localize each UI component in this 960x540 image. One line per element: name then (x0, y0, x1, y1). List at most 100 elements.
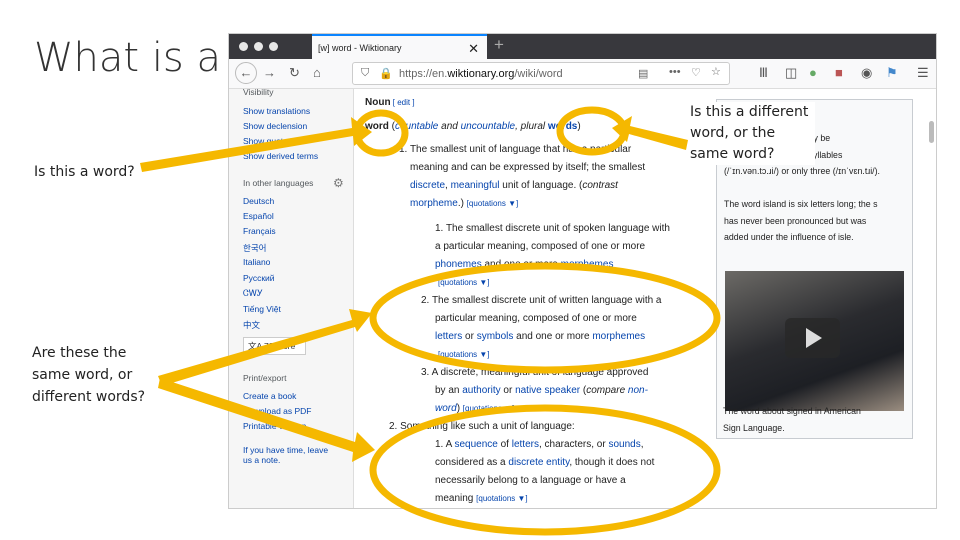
reader-view-icon[interactable]: ▤ (638, 67, 648, 80)
text-segment: 1. The smallest discrete unit of spoken … (435, 223, 670, 234)
usage-note-line: The word island is six letters long; the… (724, 199, 878, 209)
wiki-link[interactable]: sounds (608, 439, 640, 450)
url-bar[interactable]: ⛉ 🔒 https://en.wiktionary.org/wiki/word … (352, 62, 730, 85)
text-segment: necessarily belong to a language or have… (435, 475, 626, 486)
feedback-link[interactable]: us a note. (243, 455, 280, 465)
print-link[interactable]: Create a book (243, 391, 296, 401)
text-segment: 2. Something like such a unit of languag… (389, 421, 575, 432)
language-link[interactable]: Deutsch (243, 196, 274, 206)
text-segment: 2. The smallest discrete unit of written… (421, 295, 662, 306)
wiki-link[interactable]: letters (512, 439, 539, 450)
window-close-dot[interactable] (239, 42, 248, 51)
forward-icon[interactable]: → (263, 65, 276, 80)
wiki-link[interactable]: native speaker (515, 385, 580, 396)
scrollbar[interactable] (929, 121, 934, 143)
new-tab-icon[interactable]: + (494, 35, 504, 55)
wiki-link[interactable]: phonemes (435, 259, 482, 270)
wiki-link[interactable]: countable (395, 121, 438, 132)
play-icon[interactable] (785, 318, 840, 358)
asl-video[interactable] (725, 271, 904, 411)
text-segment: meaning and can be expressed by itself; … (410, 162, 646, 173)
wiki-link[interactable]: non- (628, 385, 648, 396)
url-domain: wiktionary.org (447, 68, 515, 80)
wiki-link[interactable]: words (548, 121, 577, 132)
wiki-link[interactable]: letters (435, 331, 462, 342)
gear-icon[interactable]: ⚙ (333, 176, 344, 190)
translate-icon[interactable]: ⚑ (886, 65, 898, 81)
wiki-link[interactable]: authority (462, 385, 500, 396)
account-icon[interactable]: ◉ (861, 65, 872, 81)
language-link[interactable]: 한국어 (243, 242, 266, 254)
language-link[interactable]: Français (243, 226, 276, 236)
text-segment: word (365, 121, 389, 132)
definition-line: [quotations ▼] (438, 349, 490, 361)
wiki-link[interactable]: [ edit ] (391, 98, 415, 107)
sidebar-link[interactable]: Show translations (243, 106, 310, 116)
back-icon[interactable]: ← (235, 62, 257, 84)
text-segment: by an (435, 385, 463, 396)
bookmark-star-icon[interactable]: ☆ (711, 65, 721, 78)
reload-icon[interactable]: ↻ (289, 65, 300, 81)
wiki-link[interactable]: meaningful (451, 180, 500, 191)
sidebar-link[interactable]: Show quotations (243, 136, 306, 146)
more-actions-icon[interactable]: ••• (669, 66, 681, 78)
video-caption: The word about signed in American (723, 406, 861, 416)
sidebar-icon[interactable]: ◫ (785, 65, 797, 81)
close-tab-icon[interactable]: ✕ (468, 41, 479, 57)
wiki-link[interactable]: discrete (410, 180, 445, 191)
window-maximize-dot[interactable] (269, 42, 278, 51)
text-segment: 3. A discrete, meaningful unit of langua… (421, 367, 649, 378)
language-link[interactable]: ᏣᎳᎩ (243, 288, 263, 299)
usage-note-line: (/ˈɪn.vən.tɔ.ɹi/) or only three (/ɪnˈvɛn… (724, 166, 880, 176)
question-plural: Is this a different word, or the same wo… (690, 102, 815, 165)
menu-icon[interactable]: ☰ (917, 65, 929, 81)
pocket-icon[interactable]: ♡ (691, 66, 701, 79)
usage-note-line: added under the influence of isle. (724, 232, 854, 242)
sidebar-link[interactable]: Show declension (243, 121, 307, 131)
home-icon[interactable]: ⌂ (313, 65, 321, 80)
text-segment: contrast (582, 180, 618, 191)
definition-line: morpheme.) [quotations ▼] (410, 198, 518, 210)
wiki-link[interactable]: [quotations ▼] (467, 199, 519, 208)
definition-line: particular meaning, composed of one or m… (435, 313, 637, 325)
wiki-link[interactable]: uncountable (461, 121, 516, 132)
definition-line: necessarily belong to a language or have… (435, 475, 626, 487)
pdf-icon[interactable]: ■ (835, 65, 843, 80)
text-segment: 1. A (435, 439, 455, 450)
title-bar: [w] word - Wiktionary ✕ + (229, 34, 936, 59)
wiki-link[interactable]: [quotations ▼] (476, 494, 528, 503)
definition-line: 1. The smallest discrete unit of spoken … (435, 223, 670, 235)
definition-line: phonemes and one or more morphemes (435, 259, 613, 271)
wiki-link[interactable]: sequence (454, 439, 497, 450)
window-minimize-dot[interactable] (254, 42, 263, 51)
language-link[interactable]: 中文 (243, 319, 260, 331)
tab-wiktionary[interactable]: [w] word - Wiktionary ✕ (312, 34, 487, 59)
print-link[interactable]: Printable version (243, 421, 306, 431)
wiki-link[interactable]: morpheme (410, 198, 458, 209)
wiki-link[interactable]: symbols (477, 331, 514, 342)
definition-line: meaning and can be expressed by itself; … (410, 162, 645, 174)
more-languages-button[interactable]: 文A 78 more (243, 337, 306, 355)
definition-line: 1. The smallest unit of language that ha… (399, 144, 631, 156)
text-segment: and one or more (513, 331, 593, 342)
print-link[interactable]: Download as PDF (243, 406, 312, 416)
wiki-link[interactable]: [quotations ▼] (463, 404, 515, 413)
text-segment: compare (586, 385, 628, 396)
sidebar-link[interactable]: Show derived terms (243, 151, 318, 161)
wiki-link[interactable]: morphemes (561, 259, 614, 270)
print-heading: Print/export (243, 373, 287, 383)
wiki-link[interactable]: word (435, 403, 457, 414)
language-link[interactable]: Русский (243, 273, 275, 283)
text-segment: considered as a (435, 457, 509, 468)
feedback-link[interactable]: If you have time, leave (243, 445, 328, 455)
extension-icon[interactable]: ● (809, 65, 817, 80)
wiki-link[interactable]: [quotations ▼] (438, 350, 490, 359)
language-link[interactable]: Italiano (243, 257, 270, 267)
wiki-link[interactable]: morphemes (592, 331, 645, 342)
wiki-link[interactable]: [quotations ▼] (438, 278, 490, 287)
library-icon[interactable]: Ⅲ (759, 65, 768, 81)
language-link[interactable]: Español (243, 211, 274, 221)
languages-heading: In other languages (243, 178, 314, 188)
language-link[interactable]: Tiếng Việt (243, 304, 281, 314)
wiki-link[interactable]: discrete entity (508, 457, 569, 468)
